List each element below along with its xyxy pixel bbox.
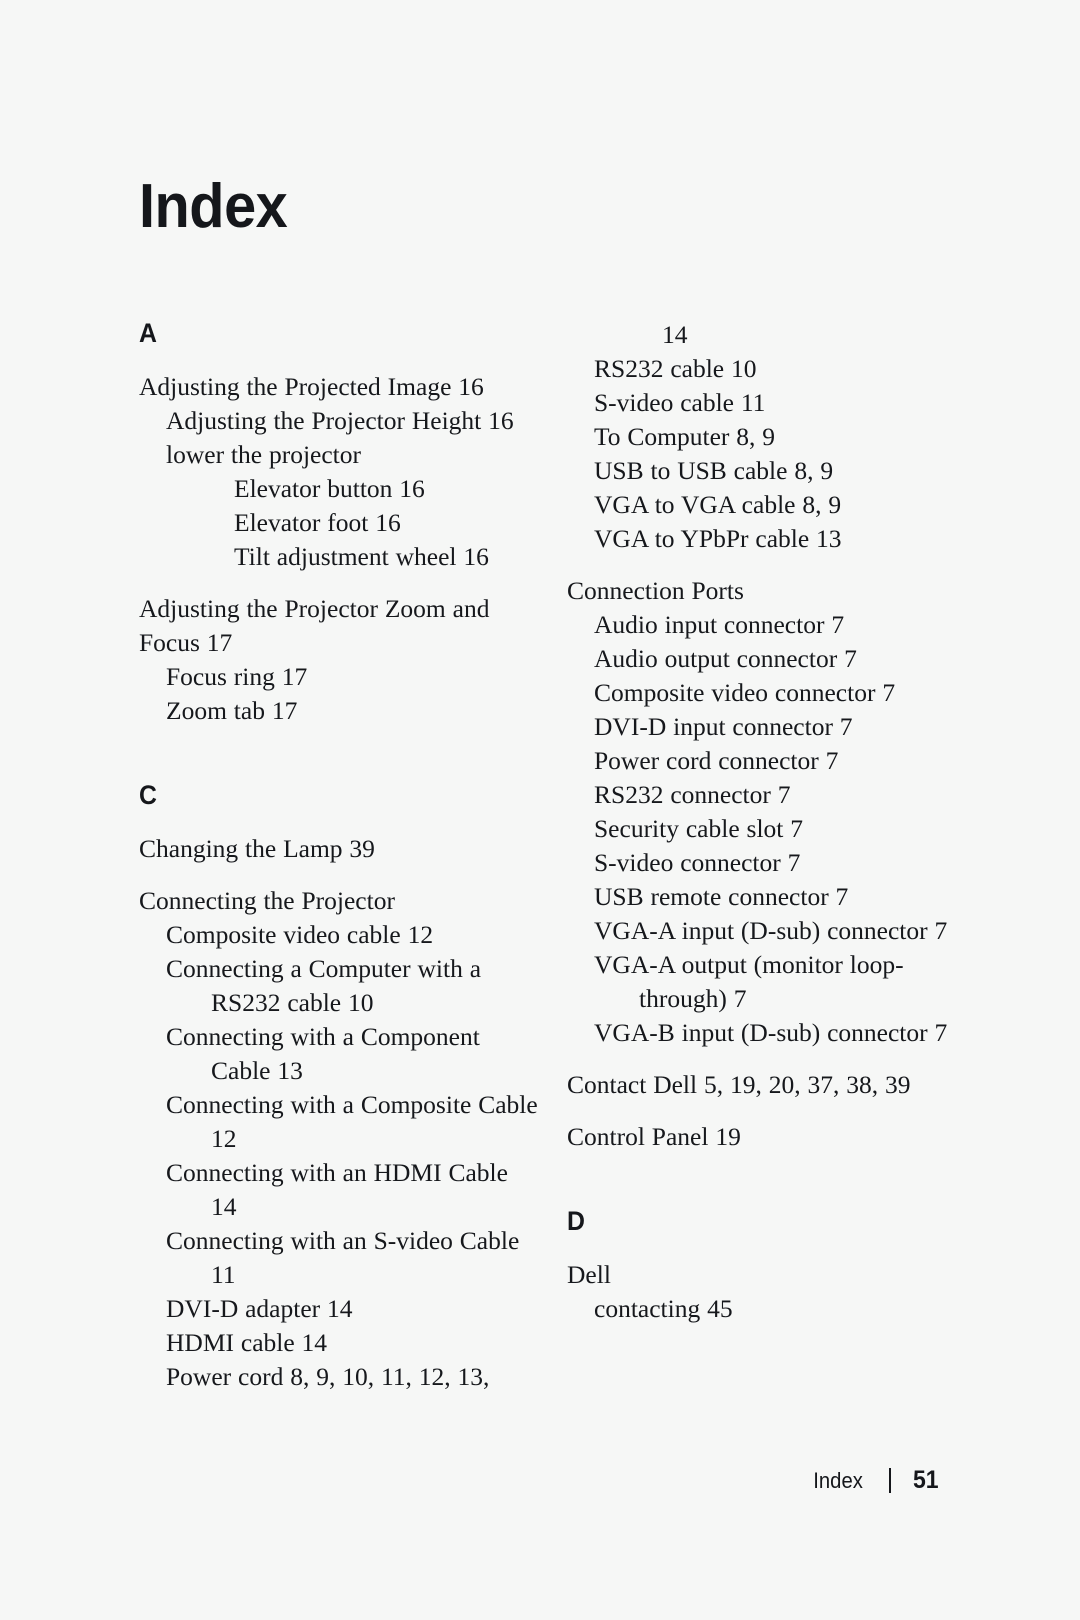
index-entry[interactable]: S-video cable 11 [594, 386, 967, 420]
index-section-a: A Adjusting the Projected Image 16 Adjus… [139, 318, 539, 728]
index-entry[interactable]: RS232 cable 10 [594, 352, 967, 386]
index-entry[interactable]: Connecting the Projector [139, 884, 539, 918]
index-entry[interactable]: Connecting with an HDMI Cable 14 [166, 1156, 539, 1224]
index-entry[interactable]: lower the projector [166, 438, 539, 472]
index-entry[interactable]: Audio output connector 7 [594, 642, 967, 676]
index-entry[interactable]: Composite video cable 12 [166, 918, 539, 952]
footer-page-number: 51 [913, 1466, 939, 1494]
index-entry[interactable]: contacting 45 [594, 1292, 967, 1326]
index-section-continued: 14 RS232 cable 10 S-video cable 11 To Co… [567, 318, 967, 1154]
index-entry[interactable]: USB to USB cable 8, 9 [594, 454, 967, 488]
index-entry-continuation[interactable]: 14 [662, 318, 967, 352]
index-entry[interactable]: DVI-D adapter 14 [166, 1292, 539, 1326]
index-entry[interactable]: Power cord 8, 9, 10, 11, 12, 13, [166, 1360, 539, 1394]
index-entry[interactable]: Dell [567, 1258, 967, 1292]
index-entry[interactable]: Elevator button 16 [234, 472, 539, 506]
index-entry[interactable]: HDMI cable 14 [166, 1326, 539, 1360]
index-entry[interactable]: VGA to YPbPr cable 13 [594, 522, 967, 556]
index-entry[interactable]: Connecting with a Component Cable 13 [166, 1020, 539, 1088]
footer-separator-icon [889, 1468, 892, 1493]
index-entry[interactable]: Composite video connector 7 [594, 676, 967, 710]
index-section-d: D Dell contacting 45 [567, 1206, 967, 1326]
footer-section-label: Index [813, 1467, 864, 1493]
index-entry[interactable]: Adjusting the Projected Image 16 [139, 370, 539, 404]
index-entry[interactable]: To Computer 8, 9 [594, 420, 967, 454]
page-footer: Index 51 [0, 1466, 941, 1495]
index-entry[interactable]: USB remote connector 7 [594, 880, 967, 914]
letter-heading-c: C [139, 780, 157, 810]
index-entry[interactable]: Zoom tab 17 [166, 694, 539, 728]
index-entry[interactable]: Contact Dell 5, 19, 20, 37, 38, 39 [567, 1068, 967, 1102]
letter-heading-a: A [139, 318, 157, 348]
index-entry[interactable]: Changing the Lamp 39 [139, 832, 539, 866]
index-entry[interactable]: Tilt adjustment wheel 16 [234, 540, 539, 574]
index-entry[interactable]: Focus ring 17 [166, 660, 539, 694]
index-column-right: 14 RS232 cable 10 S-video cable 11 To Co… [567, 318, 967, 1326]
index-entry[interactable]: Elevator foot 16 [234, 506, 539, 540]
index-entry[interactable]: Control Panel 19 [567, 1120, 967, 1154]
index-section-c: C Changing the Lamp 39 Connecting the Pr… [139, 780, 539, 1394]
index-entry[interactable]: VGA to VGA cable 8, 9 [594, 488, 967, 522]
index-columns: A Adjusting the Projected Image 16 Adjus… [0, 0, 1080, 1620]
index-entry[interactable]: RS232 connector 7 [594, 778, 967, 812]
index-entry[interactable]: VGA-A output (monitor loop-through) 7 [594, 948, 967, 1016]
index-entry[interactable]: Adjusting the Projector Height 16 [166, 404, 539, 438]
letter-heading-d: D [567, 1206, 585, 1236]
index-entry[interactable]: Power cord connector 7 [594, 744, 967, 778]
index-column-left: A Adjusting the Projected Image 16 Adjus… [139, 318, 539, 1394]
index-entry[interactable]: Connecting with a Composite Cable 12 [166, 1088, 539, 1156]
index-entry[interactable]: Connecting with an S-video Cable 11 [166, 1224, 539, 1292]
index-entry[interactable]: VGA-B input (D-sub) connector 7 [594, 1016, 967, 1050]
index-entry[interactable]: S-video connector 7 [594, 846, 967, 880]
index-entry[interactable]: Connection Ports [567, 574, 967, 608]
index-entry[interactable]: Connecting a Computer with a RS232 cable… [166, 952, 539, 1020]
index-entry[interactable]: Security cable slot 7 [594, 812, 967, 846]
index-entry[interactable]: VGA-A input (D-sub) connector 7 [594, 914, 967, 948]
index-entry[interactable]: DVI-D input connector 7 [594, 710, 967, 744]
index-entry[interactable]: Audio input connector 7 [594, 608, 967, 642]
index-entry[interactable]: Adjusting the Projector Zoom and Focus 1… [139, 592, 539, 660]
